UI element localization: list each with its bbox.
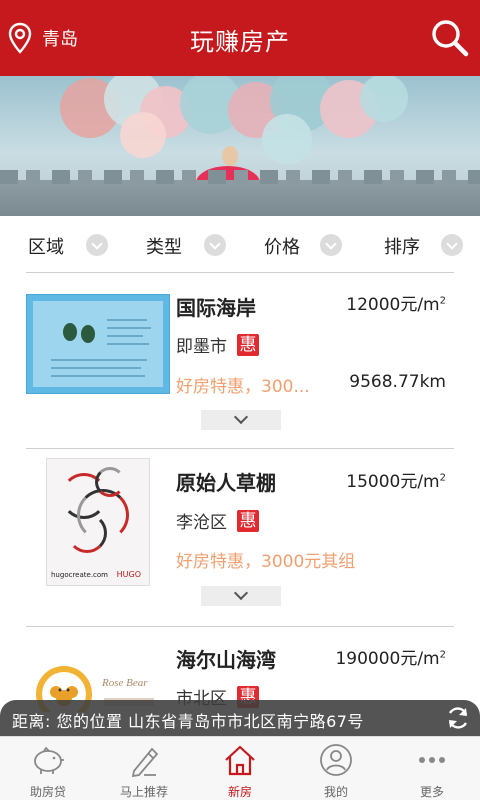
nav-label: 更多 xyxy=(419,785,444,799)
nav-item-loan[interactable]: 助房贷 xyxy=(0,737,96,800)
house-icon xyxy=(225,745,255,776)
balloon-graphic xyxy=(120,112,166,158)
listing-thumbnail: hugocreate.com HUGO xyxy=(46,458,150,586)
city-skyline xyxy=(0,170,480,216)
girl-figure xyxy=(222,146,238,166)
nav-label: 新房 xyxy=(227,785,252,799)
earring-graphic xyxy=(63,323,77,341)
location-text: 距离: 您的位置 山东省青岛市市北区南宁路67号 xyxy=(12,712,364,731)
search-icon[interactable] xyxy=(430,18,470,58)
text-line xyxy=(107,327,151,329)
page-title: 玩赚房产 xyxy=(190,28,290,56)
listing-distance: 9568.77km xyxy=(349,372,446,392)
chevron-down-icon xyxy=(86,234,108,256)
price-value: 190000元/m xyxy=(335,649,440,669)
divider xyxy=(26,272,454,273)
chevron-down-icon xyxy=(441,234,463,256)
piggy-bank-icon xyxy=(34,746,64,774)
chevron-down-icon xyxy=(320,234,342,256)
divider xyxy=(26,626,454,627)
text-line xyxy=(107,343,149,345)
listing-promo: 好房特惠，3000元其组 xyxy=(176,552,356,572)
nav-item-more[interactable]: 更多 xyxy=(384,737,480,800)
user-icon xyxy=(320,744,352,776)
filter-type[interactable]: 类型 xyxy=(120,216,240,272)
listing-district: 李沧区 惠 xyxy=(176,508,259,533)
nav-item-mine[interactable]: 我的 xyxy=(288,737,384,800)
expand-chevron-button[interactable] xyxy=(201,586,281,606)
divider xyxy=(26,448,454,449)
price-unit-sup: 2 xyxy=(439,649,446,661)
price-unit-sup: 2 xyxy=(439,295,446,307)
district-label: 即墨市 xyxy=(176,337,227,357)
more-dots-icon xyxy=(419,757,445,763)
discount-badge: 惠 xyxy=(237,333,259,356)
price-unit-sup: 2 xyxy=(439,472,446,484)
poster-brand: HUGO xyxy=(116,570,141,579)
app-root: 青岛 玩赚房产 区域 类型 价格 排序 国际海岸 12000元/m2 即墨市 惠… xyxy=(0,0,480,800)
poster-caption: hugocreate.com xyxy=(51,571,108,579)
promo-banner[interactable] xyxy=(0,76,480,216)
listing-name: 原始人草棚 xyxy=(176,471,276,495)
nav-item-recommend[interactable]: 马上推荐 xyxy=(96,737,192,800)
filter-label: 区域 xyxy=(28,237,64,258)
filter-label: 排序 xyxy=(384,237,420,258)
text-line xyxy=(51,367,141,369)
svg-text:Rose Bear: Rose Bear xyxy=(101,677,148,689)
swirl-graphic xyxy=(67,513,107,553)
filter-price[interactable]: 价格 xyxy=(240,216,360,272)
text-line xyxy=(51,375,145,377)
expand-chevron-button[interactable] xyxy=(201,410,281,430)
refresh-icon[interactable] xyxy=(444,704,472,732)
top-header: 青岛 玩赚房产 xyxy=(0,0,480,76)
listing-thumbnail xyxy=(26,294,170,394)
swirl-graphic xyxy=(95,467,125,497)
filter-bar: 区域 类型 价格 排序 xyxy=(0,216,480,272)
nav-label: 助房贷 xyxy=(29,785,66,799)
filter-sort[interactable]: 排序 xyxy=(360,216,480,272)
nav-label: 我的 xyxy=(323,785,348,799)
listing-name: 海尔山海湾 xyxy=(176,648,276,672)
balloon-graphic xyxy=(360,76,408,122)
listing-price: 12000元/m2 xyxy=(346,290,446,315)
listing-price: 190000元/m2 xyxy=(335,644,446,669)
filter-label: 类型 xyxy=(146,237,182,258)
listing-promo: 好房特惠，300... xyxy=(176,377,310,397)
filter-label: 价格 xyxy=(264,237,300,258)
listing-price: 15000元/m2 xyxy=(346,467,446,492)
certificate-image xyxy=(33,301,163,387)
text-line xyxy=(107,335,143,337)
text-line xyxy=(107,319,147,321)
price-value: 15000元/m xyxy=(346,472,440,492)
district-label: 李沧区 xyxy=(176,513,227,533)
chevron-down-icon xyxy=(204,234,226,256)
bottom-nav: 助房贷 马上推荐 新房 我的 更多 xyxy=(0,736,480,800)
location-toast: 距离: 您的位置 山东省青岛市市北区南宁路67号 xyxy=(0,700,480,736)
listing-name: 国际海岸 xyxy=(176,296,256,320)
nav-label: 马上推荐 xyxy=(119,785,168,799)
text-line xyxy=(51,359,147,361)
price-value: 12000元/m xyxy=(346,295,440,315)
pen-icon xyxy=(131,747,159,777)
listing-district: 即墨市 惠 xyxy=(176,332,259,357)
nav-item-new-homes[interactable]: 新房 xyxy=(192,737,288,800)
filter-area[interactable]: 区域 xyxy=(0,216,120,272)
earring-graphic xyxy=(81,325,95,343)
discount-badge: 惠 xyxy=(237,509,259,532)
balloon-graphic xyxy=(262,114,312,164)
